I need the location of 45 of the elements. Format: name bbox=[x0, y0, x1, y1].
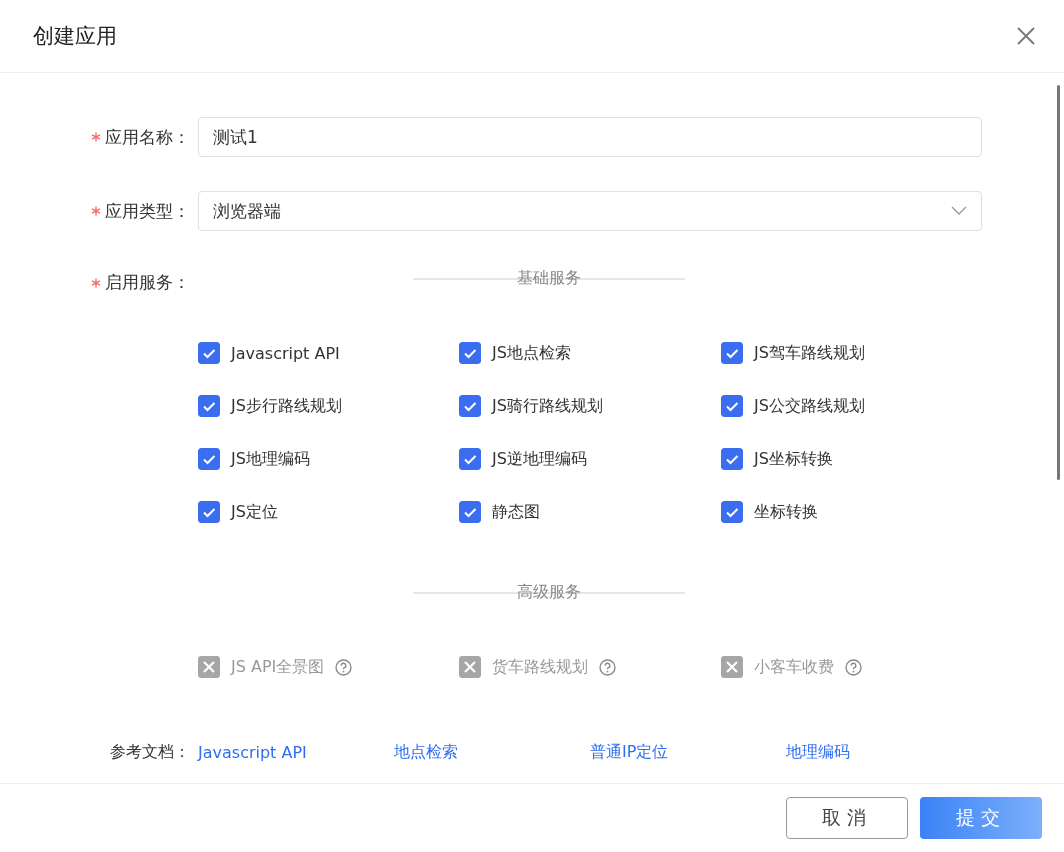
chevron-down-icon bbox=[951, 206, 967, 216]
checkbox[interactable] bbox=[459, 395, 481, 417]
close-icon[interactable] bbox=[1016, 26, 1036, 46]
section-divider: 高级服务 bbox=[413, 579, 685, 605]
cancel-button[interactable]: 取消 bbox=[786, 797, 908, 839]
doc-link[interactable]: 地理编码 bbox=[786, 742, 982, 763]
checkbox[interactable] bbox=[459, 448, 481, 470]
field-label: 参考文档： bbox=[110, 742, 190, 763]
checkbox[interactable] bbox=[721, 395, 743, 417]
checkbox-label: 小客车收费 bbox=[754, 656, 834, 678]
checkbox-label: JS逆地理编码 bbox=[492, 448, 587, 470]
checkbox-label: JS坐标转换 bbox=[754, 448, 833, 470]
checkbox[interactable] bbox=[198, 342, 220, 364]
field-label: 应用名称： bbox=[105, 125, 190, 149]
checkbox[interactable] bbox=[198, 501, 220, 523]
section-divider: 基础服务 bbox=[413, 265, 685, 291]
checkbox-label: 坐标转换 bbox=[754, 501, 818, 523]
input-field[interactable]: 测试1 bbox=[198, 117, 982, 157]
checkbox[interactable] bbox=[459, 501, 481, 523]
checkbox-label: JS步行路线规划 bbox=[231, 395, 342, 417]
checkbox[interactable] bbox=[721, 448, 743, 470]
checkbox-label: 静态图 bbox=[492, 501, 540, 523]
checkbox[interactable] bbox=[198, 395, 220, 417]
checkbox-label: JS骑行路线规划 bbox=[492, 395, 603, 417]
checkbox[interactable] bbox=[198, 448, 220, 470]
doc-link[interactable]: 地点检索 bbox=[394, 742, 590, 763]
doc-link[interactable]: Javascript API bbox=[198, 743, 394, 762]
doc-link[interactable]: 普通IP定位 bbox=[590, 742, 786, 763]
checkbox-label: JS定位 bbox=[231, 501, 278, 523]
checkbox-label: Javascript API bbox=[231, 343, 340, 363]
scrollbar[interactable] bbox=[1057, 85, 1060, 480]
checkbox-label: JS地点检索 bbox=[492, 342, 571, 364]
checkbox-label: JS驾车路线规划 bbox=[754, 342, 865, 364]
checkbox-label: 货车路线规划 bbox=[492, 656, 588, 678]
type-select[interactable]: 浏览器端 bbox=[198, 191, 982, 231]
checkbox-label: JS地理编码 bbox=[231, 448, 310, 470]
field-label: 启用服务： bbox=[105, 271, 190, 294]
checkbox[interactable] bbox=[721, 342, 743, 364]
submit-button[interactable]: 提交 bbox=[920, 797, 1042, 839]
checkbox[interactable] bbox=[459, 342, 481, 364]
checkbox-label: JS API全景图 bbox=[231, 656, 325, 678]
checkbox[interactable] bbox=[721, 501, 743, 523]
dialog-title: 创建应用 bbox=[33, 23, 117, 50]
checkbox-label: JS公交路线规划 bbox=[754, 395, 865, 417]
field-label: 应用类型： bbox=[105, 199, 190, 223]
